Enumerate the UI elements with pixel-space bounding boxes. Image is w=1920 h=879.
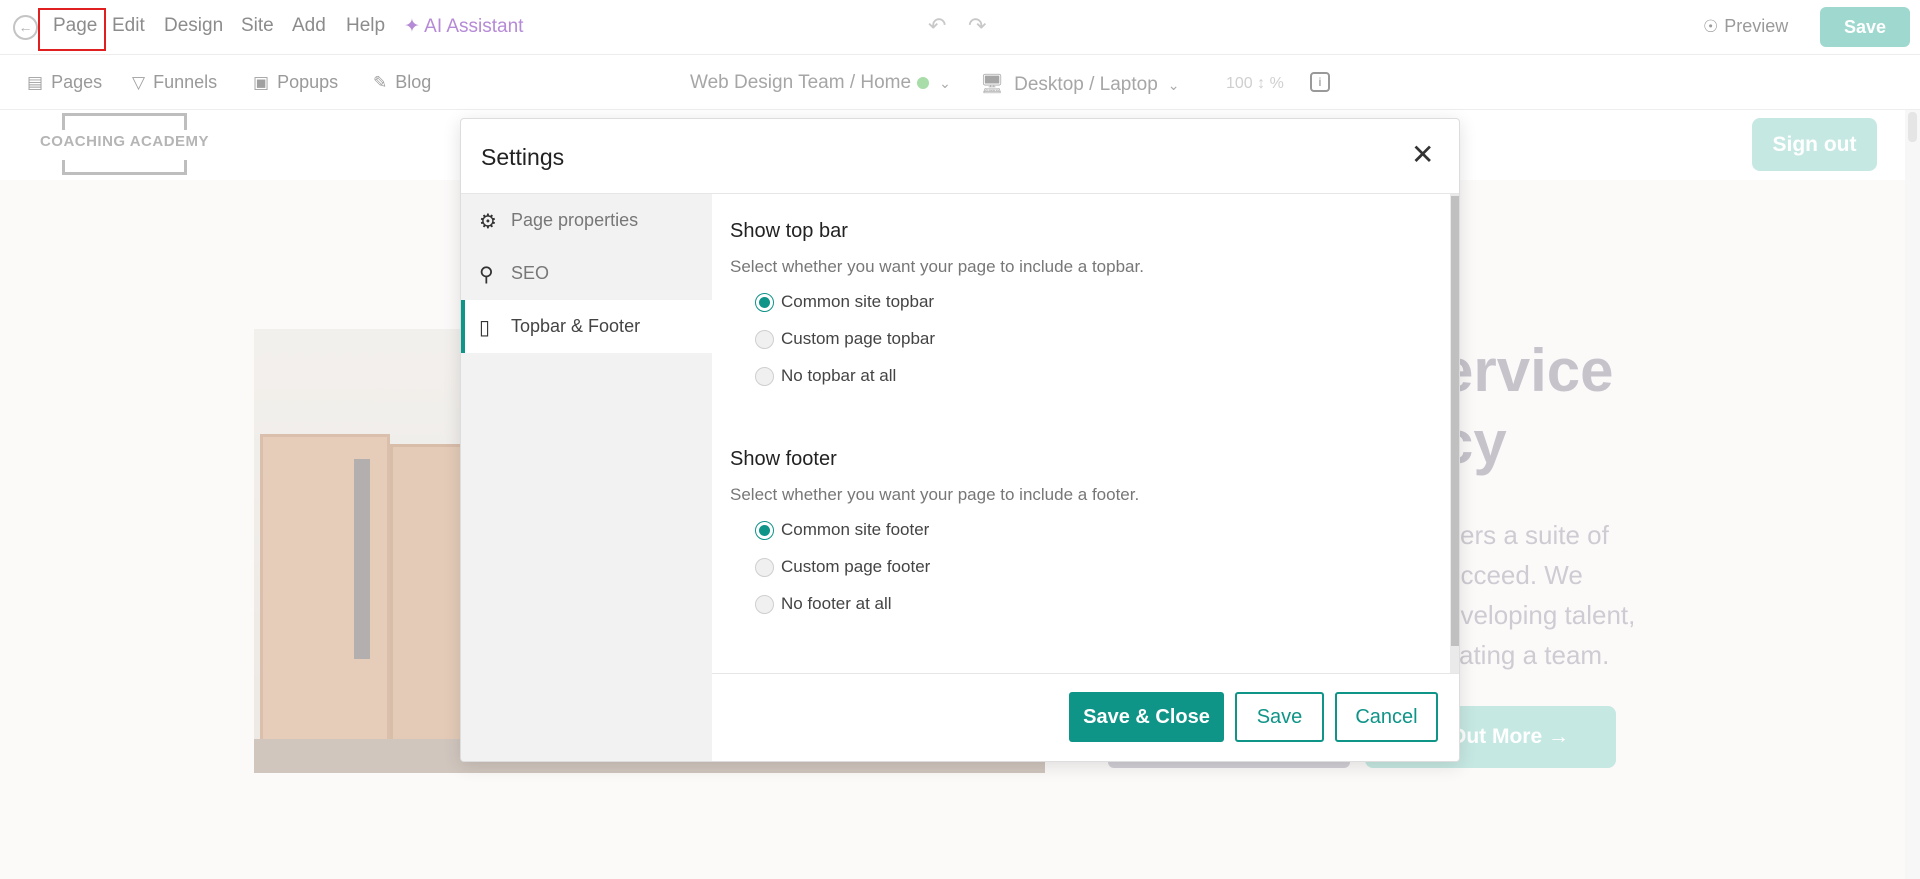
popup-icon: ▣ bbox=[253, 73, 270, 92]
settings-modal: Settings ✕ ⚙ Page properties ⚲ SEO ▯ Top… bbox=[460, 118, 1460, 762]
menu-help[interactable]: Help bbox=[346, 15, 385, 37]
modal-header: Settings ✕ bbox=[461, 119, 1459, 194]
device-label: Desktop / Laptop bbox=[1014, 74, 1158, 95]
blog-tab[interactable]: ✎ Blog bbox=[373, 72, 431, 93]
back-arrow-icon[interactable]: ← bbox=[13, 15, 38, 40]
top-menu-bar: ← Page Edit Design Site Add Help ✦ AI As… bbox=[0, 0, 1920, 55]
sidebar-item-seo[interactable]: ⚲ SEO bbox=[461, 247, 712, 300]
radio-label: No topbar at all bbox=[781, 366, 897, 385]
funnels-label: Funnels bbox=[153, 72, 218, 92]
radio-label: Common site topbar bbox=[781, 292, 935, 311]
preview-button[interactable]: ☉ Preview bbox=[1703, 16, 1788, 37]
radio-button-checked[interactable] bbox=[755, 521, 774, 540]
stepper-icon: ↕ bbox=[1257, 75, 1266, 92]
breadcrumb-label: Web Design Team / Home bbox=[690, 72, 912, 93]
undo-icon[interactable]: ↶ bbox=[928, 13, 946, 39]
ai-assistant-label: AI Assistant bbox=[424, 16, 524, 37]
monitor-icon: 🖥 bbox=[980, 74, 1005, 95]
radio-label: Custom page footer bbox=[781, 557, 931, 576]
radio-label: No footer at all bbox=[781, 594, 892, 613]
redo-icon[interactable]: ↷ bbox=[968, 13, 986, 39]
section-desc-topbar: Select whether you want your page to inc… bbox=[730, 257, 1144, 276]
menu-edit[interactable]: Edit bbox=[112, 15, 145, 37]
chevron-down-icon: ⌄ bbox=[1167, 77, 1180, 93]
menu-page[interactable]: Page bbox=[53, 15, 97, 37]
sidebar-item-page-properties[interactable]: ⚙ Page properties bbox=[461, 194, 712, 247]
radio-button[interactable] bbox=[755, 330, 774, 349]
content-scrollbar-thumb[interactable] bbox=[1451, 196, 1459, 646]
device-selector[interactable]: 🖥 Desktop / Laptop ⌄ bbox=[980, 72, 1180, 96]
cancel-button[interactable]: Cancel bbox=[1335, 692, 1438, 742]
eye-icon: ☉ bbox=[1703, 17, 1719, 36]
radio-button[interactable] bbox=[755, 558, 774, 577]
chevron-down-icon: ⌄ bbox=[939, 75, 951, 91]
modal-footer: Save & Close Save Cancel bbox=[712, 673, 1459, 761]
info-icon[interactable]: i bbox=[1310, 72, 1330, 92]
funnel-icon: ▽ bbox=[132, 73, 146, 92]
save-button[interactable]: Save bbox=[1235, 692, 1324, 742]
close-icon[interactable]: ✕ bbox=[1411, 141, 1434, 169]
menu-add[interactable]: Add bbox=[292, 15, 326, 37]
pages-label: Pages bbox=[51, 72, 103, 92]
settings-content: Show top bar Select whether you want you… bbox=[712, 194, 1450, 673]
secondary-toolbar: ▤ Pages ▽ Funnels ▣ Popups ✎ Blog Web Design… bbox=[0, 55, 1920, 110]
zoom-control[interactable]: 100 ↕ % bbox=[1226, 75, 1284, 93]
save-and-close-button[interactable]: Save & Close bbox=[1069, 692, 1224, 742]
sidebar-item-topbar-footer[interactable]: ▯ Topbar & Footer bbox=[461, 300, 712, 353]
zoom-value: 100 bbox=[1226, 75, 1253, 92]
sidebar-item-label: Topbar & Footer bbox=[511, 316, 641, 336]
section-title-topbar: Show top bar bbox=[730, 220, 848, 242]
radio-label: Custom page topbar bbox=[781, 329, 936, 348]
popups-tab[interactable]: ▣ Popups bbox=[253, 72, 338, 93]
gear-icon: ⚙ bbox=[479, 211, 497, 233]
radio-button-checked[interactable] bbox=[755, 293, 774, 312]
zoom-unit: % bbox=[1269, 75, 1284, 92]
menu-site[interactable]: Site bbox=[241, 15, 274, 37]
status-dot bbox=[917, 76, 930, 89]
sidebar-item-label: Page properties bbox=[511, 210, 639, 230]
preview-label: Preview bbox=[1724, 16, 1789, 36]
document-icon: ▤ bbox=[27, 73, 44, 92]
modal-title: Settings bbox=[481, 144, 565, 170]
sidebar-item-label: SEO bbox=[511, 263, 550, 283]
sparkle-icon: ✦ bbox=[404, 16, 425, 37]
settings-sidebar: ⚙ Page properties ⚲ SEO ▯ Topbar & Foote… bbox=[461, 194, 712, 761]
section-title-footer: Show footer bbox=[730, 448, 837, 470]
funnels-tab[interactable]: ▽ Funnels bbox=[132, 72, 217, 93]
ai-assistant-button[interactable]: ✦ AI Assistant bbox=[404, 15, 523, 38]
radio-button[interactable] bbox=[755, 595, 774, 614]
search-icon: ⚲ bbox=[479, 264, 494, 286]
layout-icon: ▯ bbox=[479, 317, 491, 339]
radio-label: Common site footer bbox=[781, 520, 930, 539]
popups-label: Popups bbox=[277, 72, 339, 92]
page-selector[interactable]: Web Design Team / Home ⌄ bbox=[690, 72, 951, 94]
pages-tab[interactable]: ▤ Pages bbox=[27, 72, 102, 93]
section-desc-footer: Select whether you want your page to inc… bbox=[730, 485, 1140, 504]
blog-label: Blog bbox=[395, 72, 432, 92]
radio-button[interactable] bbox=[755, 367, 774, 386]
blog-icon: ✎ bbox=[373, 73, 388, 92]
menu-design[interactable]: Design bbox=[164, 15, 223, 37]
save-button-top[interactable]: Save bbox=[1820, 7, 1910, 47]
